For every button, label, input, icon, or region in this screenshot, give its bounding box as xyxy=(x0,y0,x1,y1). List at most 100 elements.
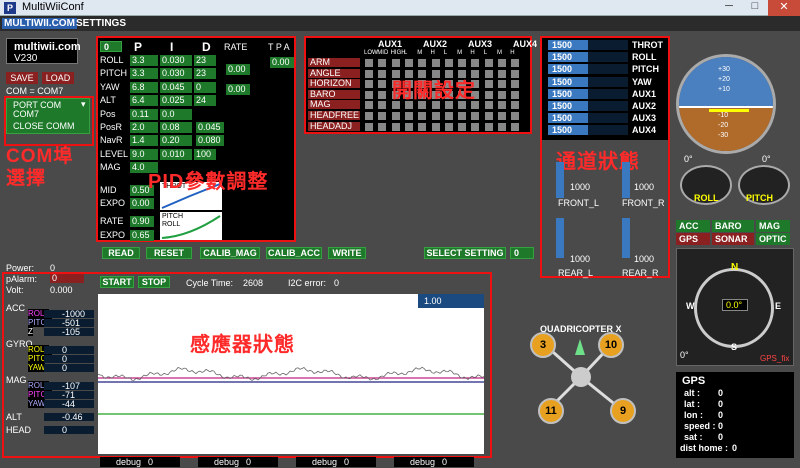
aux-checkbox[interactable] xyxy=(471,59,480,67)
pid-i-field[interactable]: 0.025 xyxy=(160,95,192,107)
pid-i-field[interactable]: 0.08 xyxy=(160,122,192,133)
pid-d-field[interactable]: 23 xyxy=(194,55,216,66)
aux-checkbox[interactable] xyxy=(444,59,453,67)
close-window-button[interactable]: ✕ xyxy=(768,0,800,16)
aux-checkbox[interactable] xyxy=(444,122,453,131)
aux-checkbox[interactable] xyxy=(391,59,400,67)
pid-d-field[interactable]: 0 xyxy=(194,81,216,93)
expo-field[interactable]: 0.00 xyxy=(130,198,154,209)
stop-button[interactable]: STOP xyxy=(138,276,170,288)
aux-checkbox[interactable] xyxy=(378,101,387,110)
aux-checkbox[interactable] xyxy=(431,59,440,67)
maximize-button[interactable]: □ xyxy=(742,0,768,16)
aux-checkbox[interactable] xyxy=(378,69,387,78)
pid-p-field[interactable]: 3.3 xyxy=(130,55,158,66)
pid-p-field[interactable]: 1.4 xyxy=(130,135,158,147)
aux-checkbox[interactable] xyxy=(404,59,413,67)
aux-checkbox[interactable] xyxy=(484,90,493,99)
port-selector[interactable]: PORT COM ▾ COM7 CLOSE COMM xyxy=(6,98,90,134)
pid-p-field[interactable]: 2.0 xyxy=(130,122,158,133)
aux-checkbox[interactable] xyxy=(378,122,387,131)
aux-checkbox[interactable] xyxy=(418,112,427,120)
aux-checkbox[interactable] xyxy=(365,80,373,89)
aux-checkbox[interactable] xyxy=(498,59,506,67)
rate-field[interactable]: 0.90 xyxy=(130,216,154,227)
aux-checkbox[interactable] xyxy=(404,122,413,131)
aux-checkbox[interactable] xyxy=(404,112,413,120)
pid-d-field[interactable]: 24 xyxy=(194,95,216,107)
aux-checkbox[interactable] xyxy=(511,59,520,67)
pid-toggle[interactable]: 0 xyxy=(100,41,122,52)
pid-i-field[interactable]: 0.20 xyxy=(160,135,192,147)
aux-checkbox[interactable] xyxy=(391,122,400,131)
aux-checkbox[interactable] xyxy=(378,112,387,120)
pid-i-field[interactable]: 0.030 xyxy=(160,55,192,66)
calib-acc-button[interactable]: CALIB_ACC xyxy=(266,247,322,259)
aux-checkbox[interactable] xyxy=(511,69,520,78)
pid-p-field[interactable]: 3.3 xyxy=(130,68,158,80)
aux-checkbox[interactable] xyxy=(498,80,506,89)
start-button[interactable]: START xyxy=(100,276,134,288)
menu-settings[interactable]: SETTINGS xyxy=(76,18,126,29)
aux-checkbox[interactable] xyxy=(378,59,387,67)
aux-checkbox[interactable] xyxy=(378,90,387,99)
menu-multiwii[interactable]: MULTIWII.COM xyxy=(2,18,77,29)
aux-checkbox[interactable] xyxy=(365,69,373,78)
calib-mag-button[interactable]: CALIB_MAG xyxy=(200,247,260,259)
rate-yaw[interactable]: 0.00 xyxy=(226,84,250,95)
port-value[interactable]: COM7 xyxy=(13,109,39,119)
aux-checkbox[interactable] xyxy=(365,90,373,99)
aux-checkbox[interactable] xyxy=(458,59,467,67)
aux-checkbox[interactable] xyxy=(471,122,480,131)
aux-checkbox[interactable] xyxy=(365,101,373,110)
aux-checkbox[interactable] xyxy=(484,80,493,89)
aux-checkbox[interactable] xyxy=(365,112,373,120)
rate-roll-pitch[interactable]: 0.00 xyxy=(226,64,250,75)
pid-i-field[interactable]: 0.0 xyxy=(160,108,192,120)
pid-i-field[interactable]: 0.010 xyxy=(160,148,192,160)
pid-i-field[interactable]: 0.030 xyxy=(160,68,192,80)
aux-checkbox[interactable] xyxy=(511,122,520,131)
aux-checkbox[interactable] xyxy=(418,59,427,67)
aux-checkbox[interactable] xyxy=(431,122,440,131)
aux-checkbox[interactable] xyxy=(458,122,467,131)
pid-p-field[interactable]: 6.8 xyxy=(130,81,158,93)
aux-checkbox[interactable] xyxy=(498,122,506,131)
aux-checkbox[interactable] xyxy=(365,122,373,131)
write-button[interactable]: WRITE xyxy=(328,247,366,259)
aux-checkbox[interactable] xyxy=(431,112,440,120)
aux-checkbox[interactable] xyxy=(458,112,467,120)
pid-i-field[interactable]: 0.045 xyxy=(160,81,192,93)
aux-checkbox[interactable] xyxy=(484,69,493,78)
pid-d-field[interactable]: 23 xyxy=(194,68,216,80)
load-button[interactable]: LOAD xyxy=(42,72,74,84)
pid-d-field[interactable]: 0.045 xyxy=(196,122,224,133)
aux-checkbox[interactable] xyxy=(391,112,400,120)
reset-button[interactable]: RESET xyxy=(146,247,192,259)
aux-checkbox[interactable] xyxy=(511,112,520,120)
close-comm-button[interactable]: CLOSE COMM xyxy=(13,121,75,131)
select-setting-button[interactable]: SELECT SETTING xyxy=(424,247,506,259)
aux-checkbox[interactable] xyxy=(484,101,493,110)
tpa-field[interactable]: 0.00 xyxy=(270,57,294,68)
aux-checkbox[interactable] xyxy=(498,101,506,110)
aux-checkbox[interactable] xyxy=(378,80,387,89)
pid-p-field[interactable]: 9.0 xyxy=(130,148,158,160)
pid-d-field[interactable]: 100 xyxy=(194,148,216,160)
aux-checkbox[interactable] xyxy=(498,112,506,120)
aux-checkbox[interactable] xyxy=(511,90,520,99)
aux-checkbox[interactable] xyxy=(498,69,506,78)
aux-checkbox[interactable] xyxy=(365,59,373,67)
aux-checkbox[interactable] xyxy=(511,80,520,89)
aux-checkbox[interactable] xyxy=(484,112,493,120)
setting-value[interactable]: 0 xyxy=(510,247,534,259)
aux-checkbox[interactable] xyxy=(444,112,453,120)
expo2-field[interactable]: 0.65 xyxy=(130,230,154,241)
save-button[interactable]: SAVE xyxy=(6,72,38,84)
aux-checkbox[interactable] xyxy=(418,122,427,131)
aux-checkbox[interactable] xyxy=(484,59,493,67)
minimize-button[interactable]: ─ xyxy=(716,0,742,16)
pid-p-field[interactable]: 0.11 xyxy=(130,108,158,120)
aux-checkbox[interactable] xyxy=(498,90,506,99)
pid-p-field[interactable]: 6.4 xyxy=(130,95,158,107)
